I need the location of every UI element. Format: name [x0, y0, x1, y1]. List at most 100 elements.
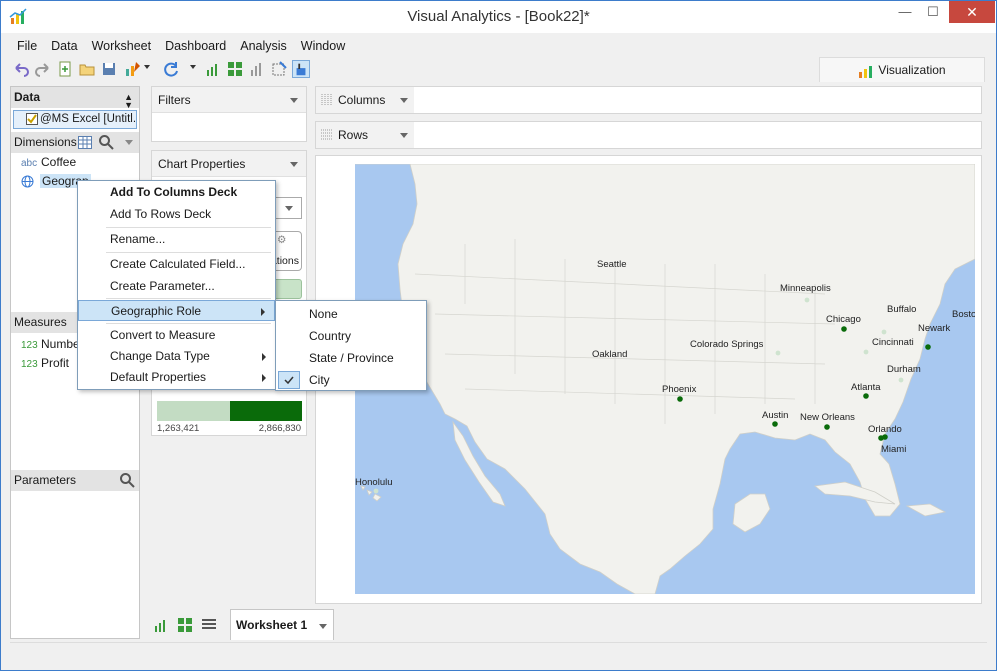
chevron-down-icon[interactable]	[290, 98, 298, 103]
menu-item-add-to-columns[interactable]: Add To Columns Deck	[78, 182, 275, 203]
menu-item-add-to-rows[interactable]: Add To Rows Deck	[78, 204, 275, 225]
columns-shelf[interactable]: Columns	[315, 86, 982, 114]
checkbox-checked-icon[interactable]	[26, 113, 38, 125]
city-marker[interactable]	[373, 488, 379, 494]
chevron-down-icon[interactable]	[319, 624, 327, 629]
menu-item-geographic-role[interactable]: Geographic Role	[78, 300, 275, 321]
menu-separator	[106, 227, 271, 228]
city-marker[interactable]	[804, 297, 810, 303]
map-svg: Seattle Minneapolis Buffalo Boston Chicago Ne…	[355, 164, 975, 594]
new-worksheet-icon[interactable]	[204, 60, 222, 78]
datasource-item[interactable]: @MS Excel [Untitl...	[13, 110, 137, 129]
refresh-icon[interactable]	[162, 60, 180, 78]
chevron-down-icon[interactable]	[290, 162, 298, 167]
filters-label: Filters	[158, 93, 191, 107]
chevron-down-icon[interactable]	[144, 65, 150, 69]
city-marker[interactable]	[925, 344, 931, 350]
string-type-icon: abc	[21, 158, 38, 169]
close-button[interactable]: ✕	[949, 1, 995, 23]
map-view[interactable]: Seattle Minneapolis Buffalo Boston Chicago Ne…	[355, 164, 975, 594]
rows-label: Rows	[338, 128, 369, 142]
menu-window[interactable]: Window	[294, 37, 352, 55]
filters-card: Filters	[151, 86, 307, 142]
chevron-down-icon[interactable]	[400, 133, 408, 138]
open-folder-icon[interactable]	[78, 60, 96, 78]
chevron-down-icon[interactable]	[190, 65, 196, 69]
filters-header[interactable]: Filters	[152, 87, 306, 113]
menu-item-create-calculated-field[interactable]: Create Calculated Field...	[78, 254, 275, 275]
context-menu: Add To Columns Deck Add To Rows Deck Ren…	[77, 180, 276, 390]
city-label: Honolulu	[355, 477, 393, 488]
city-marker[interactable]	[775, 350, 781, 356]
hispaniola	[905, 503, 947, 517]
menu-worksheet[interactable]: Worksheet	[85, 37, 159, 55]
city-marker[interactable]	[772, 421, 778, 427]
city-label: Seattle	[597, 259, 627, 270]
search-icon[interactable]	[119, 472, 135, 488]
new-worksheet-icon[interactable]	[153, 617, 169, 633]
chart-type-dropdown[interactable]	[274, 197, 302, 219]
city-label: Boston	[952, 309, 975, 320]
chevron-down-icon[interactable]	[400, 98, 408, 103]
chevron-down-icon[interactable]	[125, 140, 133, 145]
auto-update-icon[interactable]	[124, 60, 142, 78]
menu-item-change-data-type[interactable]: Change Data Type	[78, 346, 275, 367]
new-file-icon[interactable]	[56, 60, 74, 78]
menu-data[interactable]: Data	[44, 37, 84, 55]
chevron-down-icon	[285, 206, 293, 211]
new-dashboard-icon[interactable]	[226, 60, 244, 78]
minimize-button[interactable]: —	[894, 4, 916, 24]
submenu-item-country[interactable]: Country	[276, 325, 426, 347]
new-dashboard-icon[interactable]	[177, 617, 193, 633]
city-marker[interactable]	[882, 434, 888, 440]
worksheet-tab-label: Worksheet 1	[236, 618, 308, 632]
window-title: Visual Analytics - [Book22]*	[407, 8, 590, 25]
city-marker[interactable]	[824, 424, 830, 430]
legend-min-swatch	[157, 401, 230, 421]
clear-sheet-icon[interactable]	[270, 60, 288, 78]
submenu-item-state-province[interactable]: State / Province	[276, 347, 426, 369]
rows-shelf-header[interactable]: Rows	[316, 122, 414, 148]
chart-options-icon[interactable]	[248, 60, 266, 78]
redo-icon[interactable]	[34, 60, 52, 78]
number-type-icon: 123	[21, 340, 38, 351]
menu-item-default-properties[interactable]: Default Properties	[78, 367, 275, 388]
search-icon[interactable]	[98, 134, 114, 150]
city-marker[interactable]	[898, 377, 904, 383]
city-label: Durham	[887, 364, 921, 375]
tab-visualization[interactable]: Visualization	[819, 57, 985, 82]
rows-shelf[interactable]: Rows	[315, 121, 982, 149]
show-cards-icon[interactable]	[292, 60, 310, 78]
submenu-item-none[interactable]: None	[276, 303, 426, 325]
color-legend	[157, 401, 302, 421]
sheet-list-icon[interactable]	[201, 618, 217, 632]
dimensions-header: Dimensions	[11, 132, 139, 153]
dimension-item-coffee[interactable]: abc Coffee	[11, 153, 139, 172]
city-label: Orlando	[868, 424, 902, 435]
menu-file[interactable]: File	[10, 37, 44, 55]
data-panel-header: Data ▲ ▼	[11, 87, 139, 110]
undo-icon[interactable]	[12, 60, 30, 78]
menu-analysis[interactable]: Analysis	[233, 37, 294, 55]
maximize-button[interactable]: ☐	[922, 4, 944, 24]
city-marker[interactable]	[677, 396, 683, 402]
menu-item-create-parameter[interactable]: Create Parameter...	[78, 276, 275, 297]
city-label: Minneapolis	[780, 283, 831, 294]
menu-item-rename[interactable]: Rename...	[78, 229, 275, 250]
menu-item-convert-to-measure[interactable]: Convert to Measure	[78, 325, 275, 346]
city-marker[interactable]	[863, 349, 869, 355]
toolbar	[10, 57, 320, 81]
tab-worksheet-1[interactable]: Worksheet 1	[230, 609, 334, 640]
save-icon[interactable]	[100, 60, 118, 78]
table-icon[interactable]	[78, 136, 92, 149]
submenu-item-city[interactable]: City	[276, 369, 426, 391]
parameters-label: Parameters	[14, 473, 77, 487]
default-properties-label: Default Properties	[110, 370, 207, 384]
menu-dashboard[interactable]: Dashboard	[158, 37, 233, 55]
city-marker[interactable]	[841, 326, 847, 332]
city-marker[interactable]	[863, 393, 869, 399]
chart-properties-header[interactable]: Chart Properties	[152, 151, 306, 177]
columns-shelf-header[interactable]: Columns	[316, 87, 414, 113]
city-marker[interactable]	[881, 329, 887, 335]
geographic-role-label: Geographic Role	[111, 304, 202, 318]
